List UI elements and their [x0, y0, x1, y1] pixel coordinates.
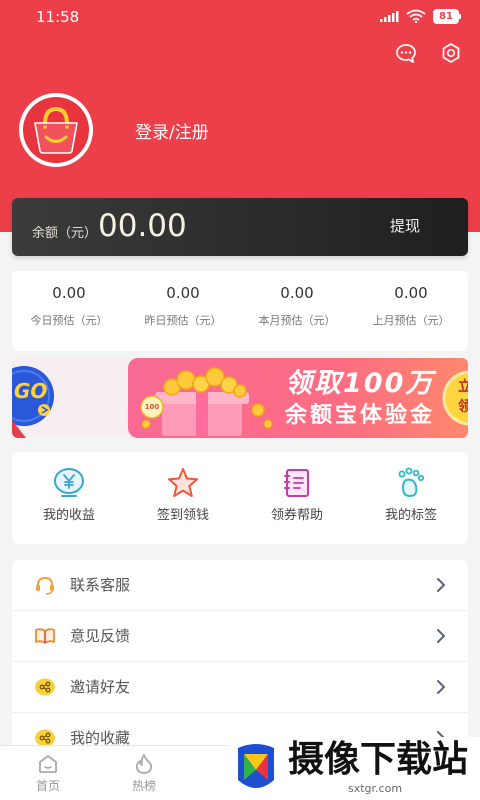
- estimate-last-month[interactable]: 0.00 上月预估（元）: [354, 271, 468, 351]
- estimate-value: 0.00: [394, 284, 428, 302]
- estimate-value: 0.00: [166, 284, 200, 302]
- withdraw-button[interactable]: 提现: [390, 217, 420, 235]
- home-icon: [39, 755, 57, 773]
- estimate-value: 0.00: [52, 284, 86, 302]
- balance-label: 余额（元）: [32, 226, 98, 241]
- shortcut-coupon-help[interactable]: 领券帮助: [240, 452, 354, 544]
- yuan-earnings-icon: [54, 468, 84, 497]
- balance-amount: 00.00: [98, 208, 187, 244]
- badge-text-bottom: 领: [458, 399, 468, 415]
- banner-subline: 余额宝体验金: [285, 403, 436, 428]
- estimate-label: 本月预估（元）: [258, 314, 336, 327]
- share-icon: [35, 678, 55, 696]
- shortcut-my-earnings[interactable]: 我的收益: [12, 452, 126, 544]
- shortcut-label: 我的收益: [42, 508, 95, 523]
- promo-banner[interactable]: GO 100 领取100万 余额宝体验金 立 领: [12, 358, 468, 438]
- shortcut-label: 签到领钱: [156, 508, 209, 523]
- estimate-this-month[interactable]: 0.00 本月预估（元）: [240, 271, 354, 351]
- shortcut-my-tags[interactable]: 我的标签: [354, 452, 468, 544]
- shortcut-label: 我的标签: [384, 508, 437, 523]
- watermark-title: 摄像下载站: [288, 739, 469, 780]
- banner-headline: 领取100万: [285, 368, 435, 399]
- estimates-card: 0.00 今日预估（元） 0.00 昨日预估（元） 0.00 本月预估（元） 0…: [12, 271, 468, 351]
- estimate-value: 0.00: [280, 284, 314, 302]
- shortcut-label: 领券帮助: [270, 508, 323, 523]
- notebook-icon: [284, 469, 309, 497]
- avatar[interactable]: [19, 93, 93, 167]
- estimate-label: 今日预估（元）: [30, 314, 108, 327]
- menu-item-label: 邀请好友: [70, 678, 131, 696]
- watermark-logo: [238, 744, 274, 788]
- chevron-right-icon: [437, 629, 445, 643]
- login-register-link[interactable]: 登录/注册: [135, 122, 209, 144]
- chevron-right-icon: [437, 578, 445, 592]
- estimate-label: 上月预估（元）: [372, 314, 450, 327]
- message-icon[interactable]: [395, 43, 417, 64]
- footprint-icon: [398, 467, 425, 498]
- tab-hot-list[interactable]: 热榜: [96, 746, 192, 800]
- fire-icon: [135, 754, 153, 774]
- shortcut-check-in[interactable]: 签到领钱: [126, 452, 240, 544]
- headset-icon: [36, 576, 54, 595]
- open-book-icon: [35, 628, 55, 644]
- menu-item-invite-friends[interactable]: 邀请好友: [12, 662, 468, 713]
- menu-item-feedback[interactable]: 意见反馈: [12, 611, 468, 662]
- watermark: 摄像下载站 sxtgr.com: [228, 737, 480, 800]
- status-time: 11:58: [36, 8, 80, 26]
- menu-item-customer-service[interactable]: 联系客服: [12, 560, 468, 611]
- battery-level: 81: [433, 9, 459, 24]
- chevron-right-icon: [437, 680, 445, 694]
- gift-box-badge: 100: [144, 403, 160, 411]
- tab-label: 首页: [35, 779, 60, 793]
- battery-icon: 81: [433, 9, 462, 24]
- menu-item-label: 意见反馈: [70, 627, 131, 645]
- star-icon: [168, 468, 198, 497]
- tab-label: 热榜: [131, 779, 156, 793]
- signal-icon: [380, 11, 399, 22]
- wifi-icon: [406, 9, 426, 23]
- badge-text-top: 立: [458, 379, 468, 395]
- watermark-domain: sxtgr.com: [348, 782, 403, 795]
- menu-item-label: 联系客服: [70, 576, 131, 594]
- prev-slide-text: GO: [14, 379, 48, 403]
- shortcuts-card: 我的收益 签到领钱 领券帮助 我的标签: [12, 452, 468, 544]
- estimate-label: 昨日预估（元）: [144, 314, 222, 327]
- estimate-yesterday[interactable]: 0.00 昨日预估（元）: [126, 271, 240, 351]
- settings-icon[interactable]: [440, 42, 462, 64]
- tab-home[interactable]: 首页: [0, 746, 96, 800]
- balance-card: 余额（元） 00.00 提现: [12, 198, 468, 256]
- estimate-today[interactable]: 0.00 今日预估（元）: [12, 271, 126, 351]
